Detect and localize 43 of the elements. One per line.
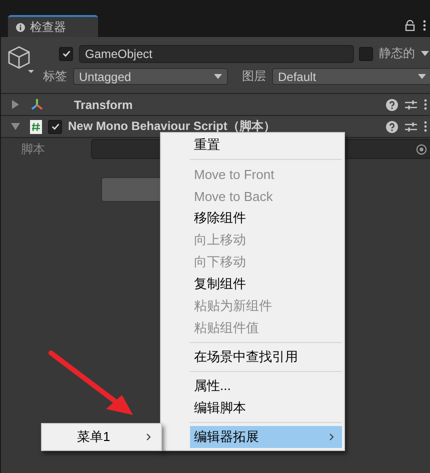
- help-icon[interactable]: [386, 98, 398, 110]
- lock-icon[interactable]: [405, 20, 415, 31]
- chevron-icon: [146, 433, 151, 441]
- menu-item[interactable]: 在场景中查找引用: [190, 346, 342, 368]
- cube-icon[interactable]: [7, 45, 35, 75]
- tag-label: 标签: [43, 68, 67, 85]
- layer-dropdown[interactable]: Default: [272, 68, 430, 85]
- name-field[interactable]: GameObject: [79, 44, 354, 62]
- inspector-tab[interactable]: 检查器: [8, 15, 98, 37]
- settings-icon[interactable]: [405, 98, 417, 110]
- menu-item[interactable]: 重置: [190, 134, 342, 156]
- component-name: New Mono Behaviour Script（脚本）: [68, 118, 276, 135]
- check-icon: [50, 122, 60, 131]
- script-icon: [30, 120, 42, 134]
- foldout-icon[interactable]: [11, 100, 20, 109]
- info-icon: [16, 22, 25, 32]
- check-icon: [62, 49, 70, 58]
- menu-item[interactable]: 移除组件: [190, 207, 342, 229]
- settings-icon[interactable]: [405, 120, 417, 132]
- target-icon[interactable]: [416, 144, 427, 154]
- menu-item[interactable]: 编辑脚本: [190, 397, 342, 419]
- static-label: 静态的: [379, 45, 415, 62]
- caret-icon: [418, 74, 426, 79]
- layer-label: 图层: [242, 68, 266, 85]
- more-icon[interactable]: [424, 121, 427, 132]
- enabled-checkbox[interactable]: [48, 120, 62, 134]
- caret-icon[interactable]: [421, 51, 429, 56]
- component-name: Transform: [74, 98, 134, 112]
- menu-item[interactable]: 菜单1: [73, 426, 159, 448]
- more-icon[interactable]: [423, 20, 426, 31]
- static-checkbox[interactable]: [359, 46, 373, 60]
- axes-icon: [30, 98, 44, 112]
- menu-item[interactable]: 复制组件: [190, 273, 342, 295]
- caret-icon: [214, 74, 222, 79]
- menu-item[interactable]: 属性...: [190, 375, 342, 397]
- menu-item[interactable]: 编辑器拓展: [190, 426, 342, 448]
- help-icon[interactable]: [386, 120, 398, 132]
- active-checkbox[interactable]: [59, 46, 73, 60]
- more-icon[interactable]: [424, 99, 427, 110]
- tag-dropdown[interactable]: Untagged: [73, 68, 228, 85]
- script-label: 脚本: [21, 140, 45, 158]
- foldout-icon[interactable]: [11, 122, 20, 131]
- chevron-icon: [329, 433, 334, 441]
